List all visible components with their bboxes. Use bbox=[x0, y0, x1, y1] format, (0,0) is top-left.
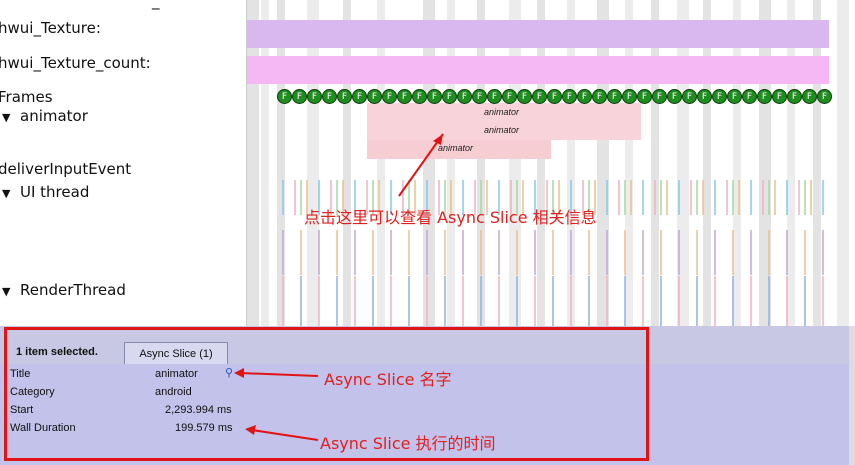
shade-column bbox=[247, 0, 259, 326]
prop-duration-value: 199.579 ms bbox=[175, 422, 233, 434]
prop-duration-name: Wall Duration bbox=[10, 422, 76, 434]
frame-marker[interactable]: F bbox=[442, 89, 457, 104]
frame-marker[interactable]: F bbox=[532, 89, 547, 104]
prop-start-value[interactable]: 2,293.994 ms bbox=[165, 404, 232, 416]
track-label-partial: _ bbox=[152, 0, 160, 10]
expand-icon[interactable]: ▼ bbox=[2, 111, 12, 124]
shade-column bbox=[343, 0, 351, 326]
frame-marker[interactable]: F bbox=[787, 89, 802, 104]
expand-icon[interactable]: ▼ bbox=[2, 187, 12, 200]
frame-marker[interactable]: F bbox=[727, 89, 742, 104]
shade-column bbox=[625, 0, 633, 326]
frame-marker[interactable]: F bbox=[307, 89, 322, 104]
frame-marker[interactable]: F bbox=[472, 89, 487, 104]
slice-label-animator-3: animator bbox=[438, 143, 474, 153]
frame-marker[interactable]: F bbox=[547, 89, 562, 104]
frame-marker[interactable]: F bbox=[367, 89, 382, 104]
shade-column bbox=[813, 0, 821, 326]
frame-marker[interactable]: F bbox=[292, 89, 307, 104]
frame-marker[interactable]: F bbox=[352, 89, 367, 104]
details-tabbar: 1 item selected. Async Slice (1) bbox=[0, 326, 855, 365]
track-label-ui-thread-text: UI thread bbox=[20, 183, 90, 201]
frame-marker[interactable]: F bbox=[817, 89, 832, 104]
frame-marker[interactable]: F bbox=[412, 89, 427, 104]
frame-marker[interactable]: F bbox=[667, 89, 682, 104]
prop-title-value[interactable]: animator bbox=[155, 368, 198, 380]
prop-start-name: Start bbox=[10, 404, 34, 416]
shade-column bbox=[537, 0, 545, 326]
shade-column bbox=[651, 0, 659, 326]
track-labels-panel: _ hwui_Texture: hwui_Texture_count: Fram… bbox=[0, 0, 247, 326]
track-label-frames: Frames bbox=[0, 88, 53, 106]
slice-label-animator-1: animator bbox=[484, 107, 520, 117]
frame-marker[interactable]: F bbox=[502, 89, 517, 104]
tab-async-slice[interactable]: Async Slice (1) bbox=[124, 342, 228, 365]
frame-marker[interactable]: F bbox=[337, 89, 352, 104]
timeline-area[interactable]: animator animator animator FFFFFFFFFFFFF… bbox=[247, 0, 855, 326]
frame-marker[interactable]: F bbox=[382, 89, 397, 104]
frame-marker[interactable]: F bbox=[457, 89, 472, 104]
track-label-texture-count: hwui_Texture_count: bbox=[0, 54, 151, 72]
frame-marker[interactable]: F bbox=[652, 89, 667, 104]
shade-column bbox=[787, 0, 795, 326]
shade-column bbox=[377, 0, 385, 326]
annotation-duration-hint: Async Slice 执行的时间 bbox=[320, 434, 496, 453]
track-label-deliver: deliverInputEvent bbox=[0, 160, 132, 178]
shade-column bbox=[837, 0, 849, 326]
timeline-canvas[interactable] bbox=[247, 0, 855, 326]
selection-summary: 1 item selected. bbox=[16, 346, 98, 358]
texture-count-track[interactable] bbox=[247, 56, 829, 84]
track-label-animator[interactable]: ▼ animator bbox=[0, 107, 88, 125]
shade-column bbox=[277, 0, 285, 326]
track-label-texture: hwui_Texture: bbox=[0, 19, 101, 37]
frame-marker[interactable]: F bbox=[622, 89, 637, 104]
frame-marker[interactable]: F bbox=[607, 89, 622, 104]
frame-marker[interactable]: F bbox=[517, 89, 532, 104]
frame-marker[interactable]: F bbox=[322, 89, 337, 104]
texture-track[interactable] bbox=[247, 20, 829, 48]
frame-marker[interactable]: F bbox=[742, 89, 757, 104]
frame-marker[interactable]: F bbox=[772, 89, 787, 104]
prop-category-name: Category bbox=[10, 386, 55, 398]
shade-column bbox=[733, 0, 741, 326]
shade-column bbox=[447, 0, 455, 326]
slice-label-animator-2: animator bbox=[484, 125, 520, 135]
shade-column bbox=[703, 0, 711, 326]
frame-marker[interactable]: F bbox=[277, 89, 292, 104]
frame-marker[interactable]: F bbox=[397, 89, 412, 104]
track-label-render-thread[interactable]: ▼ RenderThread bbox=[0, 281, 126, 299]
frame-marker[interactable]: F bbox=[712, 89, 727, 104]
prop-title-name: Title bbox=[10, 368, 31, 380]
frame-marker[interactable]: F bbox=[757, 89, 772, 104]
shade-column bbox=[509, 0, 521, 326]
track-label-render-thread-text: RenderThread bbox=[20, 281, 126, 299]
search-icon[interactable]: ⚲ bbox=[225, 366, 233, 379]
annotation-name-hint: Async Slice 名字 bbox=[324, 370, 452, 389]
frame-marker[interactable]: F bbox=[577, 89, 592, 104]
shade-column bbox=[261, 0, 269, 326]
shade-column bbox=[423, 0, 435, 326]
frame-marker[interactable]: F bbox=[487, 89, 502, 104]
frame-marker[interactable]: F bbox=[592, 89, 607, 104]
expand-icon[interactable]: ▼ bbox=[2, 285, 12, 298]
frame-marker[interactable]: F bbox=[637, 89, 652, 104]
frame-marker[interactable]: F bbox=[697, 89, 712, 104]
shade-column bbox=[307, 0, 319, 326]
frame-marker[interactable]: F bbox=[802, 89, 817, 104]
prop-category-value: android bbox=[155, 386, 192, 398]
annotation-click-hint: 点击这里可以查看 Async Slice 相关信息 bbox=[304, 208, 597, 227]
frame-marker[interactable]: F bbox=[682, 89, 697, 104]
track-label-animator-text: animator bbox=[20, 107, 88, 125]
frame-marker[interactable]: F bbox=[562, 89, 577, 104]
track-label-ui-thread[interactable]: ▼ UI thread bbox=[0, 183, 89, 201]
frame-marker[interactable]: F bbox=[427, 89, 442, 104]
details-scrollbar[interactable] bbox=[849, 326, 855, 465]
